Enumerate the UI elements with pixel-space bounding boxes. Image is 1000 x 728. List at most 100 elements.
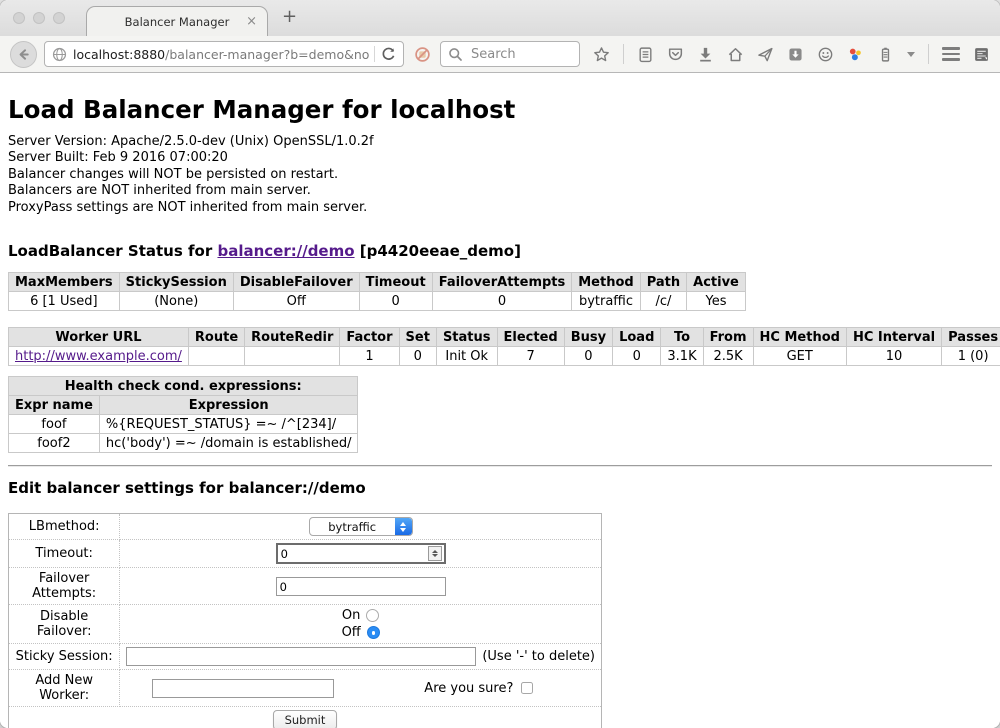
health-row-foof: foof %{REQUEST_STATUS} =~ /^[234]/	[9, 415, 358, 434]
close-window-button[interactable]	[13, 12, 25, 24]
expr-value-foof2: hc('body') =~ /domain is established/	[99, 434, 358, 453]
tab-close-icon[interactable]: ×	[246, 15, 257, 28]
grid-extension-icon[interactable]	[973, 46, 990, 63]
worker-url-link[interactable]: http://www.example.com/	[15, 349, 182, 364]
val-to: 3.1K	[661, 347, 703, 366]
submit-button[interactable]: Submit	[273, 710, 338, 728]
address-text[interactable]: localhost:8880/balancer-manager?b=demo&n…	[73, 47, 369, 62]
health-title-row: Health check cond. expressions:	[9, 377, 358, 396]
server-info: Server Version: Apache/2.5.0-dev (Unix) …	[8, 134, 992, 216]
zoom-window-button[interactable]	[53, 12, 65, 24]
val-passes: 1 (0)	[942, 347, 1000, 366]
toolbar-divider	[623, 44, 624, 64]
col-stickysession: StickySession	[119, 273, 233, 292]
minimize-window-button[interactable]	[33, 12, 45, 24]
failover-attempts-label: Failover Attempts:	[9, 568, 120, 605]
balancer-demo-link[interactable]: balancer://demo	[217, 242, 354, 260]
search-bar[interactable]	[440, 41, 580, 67]
number-spinner-icon[interactable]	[428, 546, 442, 561]
chevron-down-icon[interactable]	[907, 52, 915, 57]
battery-extension-icon[interactable]	[877, 46, 894, 63]
timeout-label: Timeout:	[9, 540, 120, 568]
expr-name-foof2: foof2	[9, 434, 100, 453]
add-worker-row: Add New Worker: Are you sure?	[9, 670, 602, 707]
edit-balancer-form: LBmethod: bytraffic Timeout: 0	[8, 513, 602, 728]
server-built-line: Server Built: Feb 9 2016 07:00:20	[8, 150, 992, 166]
home-icon[interactable]	[727, 46, 744, 63]
col-from: From	[703, 328, 753, 347]
col-busy: Busy	[564, 328, 612, 347]
send-icon[interactable]	[757, 46, 774, 63]
browser-window: Balancer Manager × + localhost:8880/bala…	[0, 0, 1000, 728]
blocked-icon	[414, 46, 431, 63]
toolbar-icons	[593, 44, 990, 64]
content-blocker-button[interactable]	[411, 46, 433, 63]
balancer-status-table: MaxMembers StickySession DisableFailover…	[8, 272, 746, 311]
val-active: Yes	[687, 292, 746, 311]
col-status: Status	[436, 328, 497, 347]
navigation-toolbar: localhost:8880/balancer-manager?b=demo&n…	[0, 36, 1000, 73]
sticky-session-input[interactable]	[126, 647, 476, 666]
sticky-session-row: Sticky Session: (Use '-' to delete)	[9, 644, 602, 670]
arrow-left-icon	[15, 46, 32, 63]
failover-on-radio[interactable]	[366, 609, 379, 622]
search-input[interactable]	[469, 46, 559, 63]
val-method: bytraffic	[572, 292, 640, 311]
timeout-row: Timeout: 0	[9, 540, 602, 568]
search-icon	[447, 46, 464, 63]
are-you-sure-checkbox[interactable]	[521, 682, 533, 694]
server-version-line: Server Version: Apache/2.5.0-dev (Unix) …	[8, 134, 992, 150]
edit-settings-heading: Edit balancer settings for balancer://de…	[8, 479, 992, 497]
val-status: Init Ok	[436, 347, 497, 366]
timeout-value: 0	[278, 547, 428, 561]
failover-off-radio[interactable]	[367, 626, 380, 639]
worker-header-row: Worker URL Route RouteRedir Factor Set S…	[9, 328, 1000, 347]
failover-off-label: Off	[342, 625, 361, 640]
val-hc-interval: 10	[846, 347, 941, 366]
health-check-table: Health check cond. expressions: Expr nam…	[8, 376, 358, 453]
col-factor: Factor	[340, 328, 399, 347]
col-routeredir: RouteRedir	[245, 328, 340, 347]
balancer-data-row: 6 [1 Used] (None) Off 0 0 bytraffic /c/ …	[9, 292, 746, 311]
failover-attempts-row: Failover Attempts: 0	[9, 568, 602, 605]
panel-download-icon[interactable]	[787, 46, 804, 63]
colored-dots-extension-icon[interactable]	[847, 46, 864, 63]
url-host: localhost:8880	[73, 47, 165, 62]
failover-attempts-input[interactable]: 0	[276, 577, 446, 596]
health-table-title: Health check cond. expressions:	[9, 377, 358, 396]
col-expr-name: Expr name	[9, 396, 100, 415]
val-routeredir	[245, 347, 340, 366]
worker-data-row: http://www.example.com/ 1 0 Init Ok 7 0 …	[9, 347, 1000, 366]
menu-button[interactable]	[942, 47, 960, 61]
tab-balancer-manager[interactable]: Balancer Manager ×	[86, 6, 268, 36]
col-elected: Elected	[497, 328, 564, 347]
url-bar[interactable]: localhost:8880/balancer-manager?b=demo&n…	[44, 41, 404, 67]
val-load: 0	[613, 347, 661, 366]
lbmethod-row: LBmethod: bytraffic	[9, 514, 602, 540]
proxypass-note-line: ProxyPass settings are NOT inherited fro…	[8, 200, 992, 216]
reading-list-icon[interactable]	[637, 46, 654, 63]
val-from: 2.5K	[703, 347, 753, 366]
col-expression: Expression	[99, 396, 358, 415]
col-maxmembers: MaxMembers	[9, 273, 120, 292]
reload-icon[interactable]	[380, 46, 397, 63]
window-controls	[13, 12, 65, 24]
tab-title: Balancer Manager	[125, 15, 230, 29]
val-worker-url: http://www.example.com/	[9, 347, 189, 366]
timeout-input[interactable]: 0	[276, 543, 446, 564]
new-tab-button[interactable]: +	[282, 6, 297, 27]
pocket-icon[interactable]	[667, 46, 684, 63]
persist-note-line: Balancer changes will NOT be persisted o…	[8, 167, 992, 183]
feedback-smiley-icon[interactable]	[817, 46, 834, 63]
val-elected: 7	[497, 347, 564, 366]
add-worker-input[interactable]	[152, 679, 334, 698]
disable-failover-label: Disable Failover:	[9, 605, 120, 644]
bookmark-star-icon[interactable]	[593, 46, 610, 63]
val-maxmembers: 6 [1 Used]	[9, 292, 120, 311]
val-path: /c/	[640, 292, 686, 311]
downloads-icon[interactable]	[697, 46, 714, 63]
col-route: Route	[188, 328, 244, 347]
back-button[interactable]	[10, 41, 37, 68]
lbmethod-select[interactable]: bytraffic	[309, 517, 413, 536]
col-passes: Passes	[942, 328, 1000, 347]
